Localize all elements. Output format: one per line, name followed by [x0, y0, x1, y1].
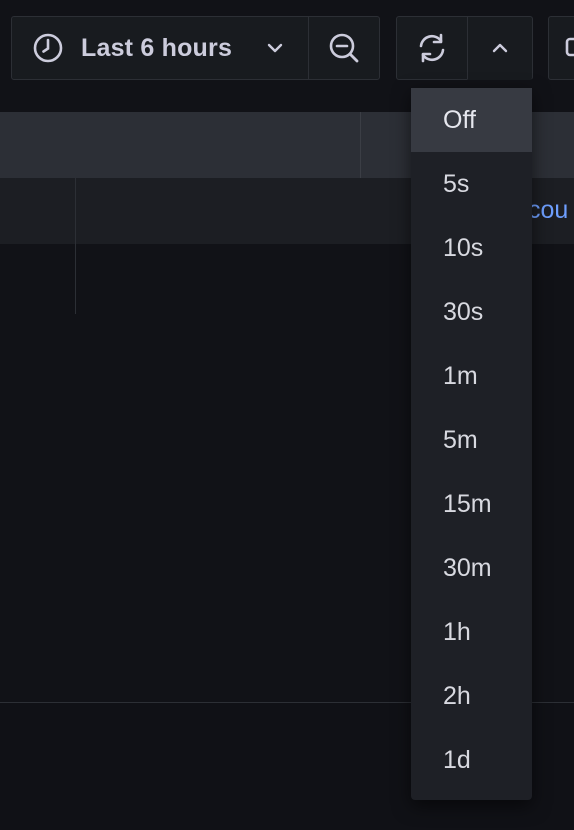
refresh-option-1m[interactable]: 1m: [411, 344, 532, 408]
refresh-option-2h[interactable]: 2h: [411, 664, 532, 728]
refresh-interval-menu: Off 5s 10s 30s 1m 5m 15m 30m 1h 2h 1d: [411, 88, 532, 800]
refresh-option-30s[interactable]: 30s: [411, 280, 532, 344]
time-range-label: Last 6 hours: [81, 33, 233, 62]
refresh-option-10s[interactable]: 10s: [411, 216, 532, 280]
refresh-interval-toggle[interactable]: [467, 16, 533, 80]
column-divider: [360, 112, 361, 178]
refresh-option-5s[interactable]: 5s: [411, 152, 532, 216]
tv-icon: [565, 33, 574, 63]
table-cell-link[interactable]: cou: [528, 196, 568, 225]
column-divider: [75, 178, 76, 314]
refresh-option-1d[interactable]: 1d: [411, 728, 532, 792]
refresh-option-off[interactable]: Off: [411, 88, 532, 152]
clock-icon: [32, 32, 64, 64]
chevron-up-icon: [491, 39, 509, 57]
zoom-out-button[interactable]: [308, 16, 380, 80]
zoom-out-icon: [327, 31, 361, 65]
tv-mode-button[interactable]: [548, 16, 574, 80]
refresh-option-5m[interactable]: 5m: [411, 408, 532, 472]
refresh-option-1h[interactable]: 1h: [411, 600, 532, 664]
refresh-icon: [415, 31, 449, 65]
time-range-picker[interactable]: Last 6 hours: [11, 16, 309, 80]
refresh-option-30m[interactable]: 30m: [411, 536, 532, 600]
refresh-button[interactable]: [396, 16, 468, 80]
chevron-down-icon: [266, 39, 284, 57]
refresh-option-15m[interactable]: 15m: [411, 472, 532, 536]
